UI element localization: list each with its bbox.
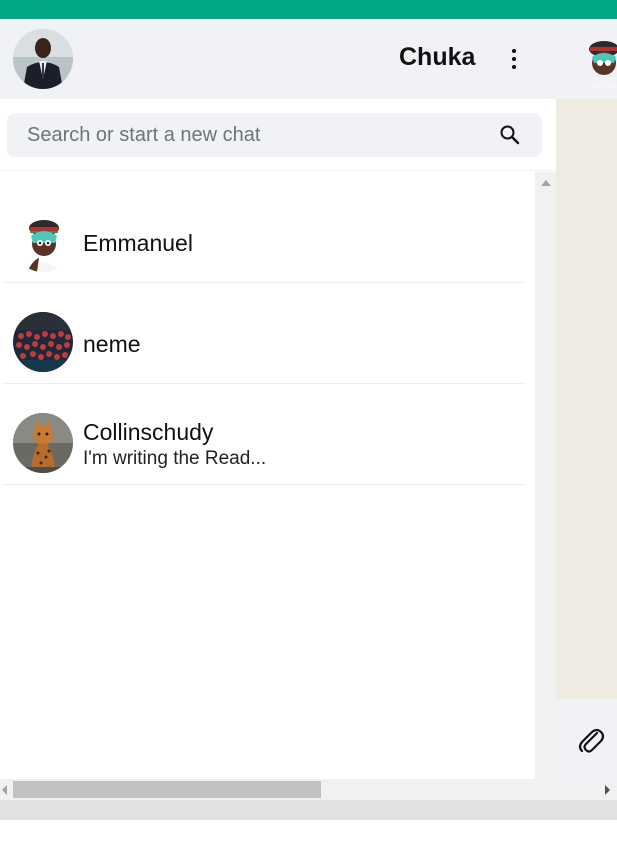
message-composer <box>556 699 617 779</box>
search-bar <box>0 99 556 171</box>
app-top-bar <box>0 0 617 19</box>
contact-name: Chuka <box>399 43 476 71</box>
chat-avatar-neme <box>13 312 73 372</box>
my-profile-avatar[interactable] <box>13 29 73 89</box>
scroll-left-arrow-icon[interactable] <box>2 785 7 795</box>
chat-avatar-emmanuel <box>13 212 73 272</box>
scroll-right-arrow-icon[interactable] <box>605 785 610 795</box>
chat-header: Chuka <box>0 19 617 99</box>
kebab-menu-icon[interactable] <box>503 47 525 71</box>
horizontal-scrollbar[interactable] <box>0 779 617 800</box>
search-input[interactable] <box>27 113 487 157</box>
search-icon[interactable] <box>499 124 521 146</box>
chat-name: neme <box>83 331 141 357</box>
chat-name: Collinschudy <box>83 419 214 445</box>
chat-item-emmanuel[interactable]: Emmanuel <box>3 182 525 283</box>
vertical-scrollbar[interactable] <box>535 172 556 779</box>
chat-item-collinschudy[interactable]: Collinschudy I'm writing the Read... <box>3 384 525 485</box>
chat-name: Emmanuel <box>83 230 193 256</box>
conversation-panel <box>556 99 617 699</box>
chat-avatar-collinschudy <box>13 413 73 473</box>
bottom-strip <box>0 800 617 820</box>
search-box[interactable] <box>7 113 542 157</box>
contact-avatar[interactable] <box>586 39 617 89</box>
chat-preview: I'm writing the Read... <box>83 448 267 469</box>
chat-sidebar: Emmanuel <box>0 99 556 779</box>
chat-list: Emmanuel neme Collinschudy I'm writing t… <box>0 172 535 778</box>
horizontal-scroll-thumb[interactable] <box>13 781 321 798</box>
chat-item-neme[interactable]: neme <box>3 283 525 384</box>
paperclip-icon[interactable] <box>577 725 605 755</box>
scroll-up-arrow-icon[interactable] <box>541 180 551 186</box>
